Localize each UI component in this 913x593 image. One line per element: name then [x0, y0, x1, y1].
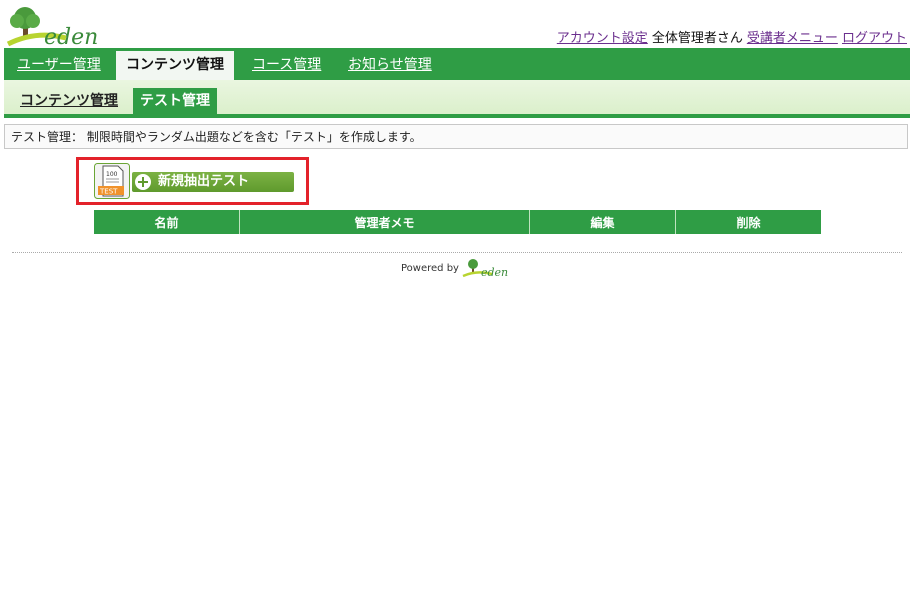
svg-text:TEST: TEST [99, 188, 118, 196]
logo-text: eden [44, 25, 98, 48]
learner-menu-link[interactable]: 受講者メニュー [747, 31, 838, 46]
new-extraction-test-button[interactable]: 新規抽出テスト [132, 172, 294, 192]
svg-text:eden: eden [481, 266, 508, 279]
subtab-content-management[interactable]: コンテンツ管理 [20, 88, 118, 114]
page-description: テスト管理： 制限時間やランダム出題などを含む「テスト」を作成します。 [4, 124, 908, 149]
footer-eden-logo: eden [462, 259, 508, 279]
col-header-name[interactable]: 名前 [94, 210, 240, 234]
tab-user-management[interactable]: ユーザー管理 [17, 48, 101, 80]
test-table: 名前 管理者メモ 編集 削除 [94, 210, 821, 234]
tab-notice-management[interactable]: お知らせ管理 [348, 48, 432, 80]
user-name: 全体管理者さん [651, 31, 743, 46]
subtab-test-management[interactable]: テスト管理 [133, 88, 217, 114]
col-header-edit: 編集 [529, 210, 676, 234]
test-document-icon[interactable]: 100 TEST [94, 163, 130, 199]
col-header-admin-memo[interactable]: 管理者メモ [239, 210, 530, 234]
main-nav: ユーザー管理 コンテンツ管理 コース管理 お知らせ管理 [4, 48, 910, 80]
eden-logo: eden [6, 4, 106, 50]
footer-divider [12, 252, 902, 253]
top-links: アカウント設定 全体管理者さん 受講者メニュー ログアウト [557, 27, 907, 46]
svg-text:100: 100 [106, 171, 118, 178]
powered-by-text: Powered by [401, 263, 459, 274]
col-header-delete: 削除 [675, 210, 821, 234]
account-settings-link[interactable]: アカウント設定 [557, 31, 648, 46]
sub-nav: コンテンツ管理 テスト管理 [4, 80, 910, 118]
footer: Powered by eden [401, 257, 512, 279]
sub-nav-divider [4, 114, 910, 118]
plus-circle-icon [135, 174, 151, 190]
logout-link[interactable]: ログアウト [842, 31, 907, 46]
new-extraction-test-label: 新規抽出テスト [158, 174, 250, 189]
tab-course-management[interactable]: コース管理 [252, 48, 321, 80]
tab-content-management[interactable]: コンテンツ管理 [116, 51, 234, 80]
